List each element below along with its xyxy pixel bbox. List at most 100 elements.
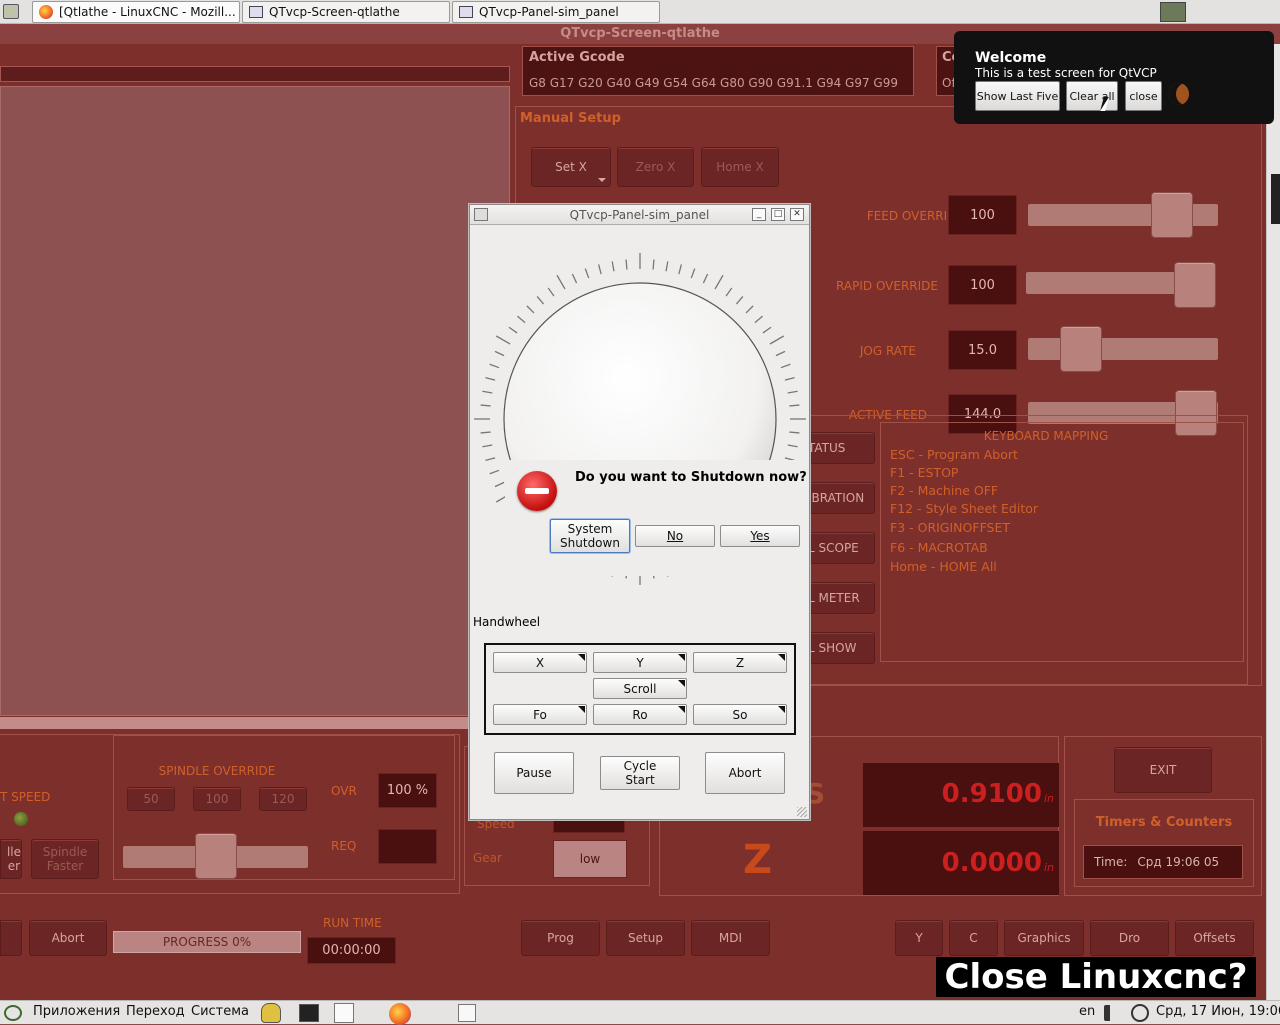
moon-icon: [1169, 83, 1189, 105]
shutdown-question: Do you want to Shutdown now?: [575, 470, 807, 485]
tab-setup[interactable]: Setup: [606, 920, 685, 956]
yes-button[interactable]: Yes: [720, 525, 800, 547]
pause-button[interactable]: Pause: [494, 752, 574, 794]
maximize-icon[interactable]: □: [771, 208, 785, 221]
status-button[interactable]: TATUS: [807, 432, 875, 464]
hal-scope-button[interactable]: L SCOPE: [807, 532, 875, 564]
rapid-override-handle[interactable]: [1174, 262, 1216, 308]
dial-tick: [690, 268, 696, 279]
no-label: No: [666, 529, 684, 543]
manual-setup-title: Manual Setup: [520, 111, 621, 126]
fo-button[interactable]: Fo: [493, 704, 587, 725]
system-menu[interactable]: Система: [191, 1004, 249, 1019]
system-shutdown-button[interactable]: System Shutdown: [550, 519, 630, 553]
abort-dialog-button[interactable]: Abort: [705, 752, 785, 794]
spindle-faster-button[interactable]: Spindle Faster: [31, 839, 99, 879]
feed-override-value: 100: [948, 195, 1017, 235]
tab-mdi[interactable]: MDI: [691, 920, 770, 956]
gear-label: Gear: [473, 851, 502, 865]
top-taskbar: [Qtlathe - LinuxCNC - Mozill... QTvcp-Sc…: [0, 0, 1280, 24]
places-menu[interactable]: Переход: [126, 1004, 185, 1019]
taskbar-tab-firefox[interactable]: [Qtlathe - LinuxCNC - Mozill...: [32, 1, 240, 23]
apps-menu-icon[interactable]: [4, 1005, 22, 1021]
so-button[interactable]: So: [693, 704, 787, 725]
axis-z-button[interactable]: Z: [693, 652, 787, 673]
feed-override-handle[interactable]: [1151, 192, 1193, 238]
workspace-switcher-icon[interactable]: [1160, 2, 1186, 22]
dialog-menu-icon[interactable]: [474, 208, 488, 221]
axis-y-button[interactable]: Y: [593, 652, 687, 673]
dial-tick: [485, 457, 496, 462]
close-notification-button[interactable]: close: [1125, 81, 1162, 111]
spindle-override-handle[interactable]: [195, 833, 237, 879]
tab-dro[interactable]: Dro: [1090, 920, 1169, 956]
progress-strip: [0, 66, 510, 82]
zero-x-button[interactable]: Zero X: [617, 147, 694, 187]
terminal-icon[interactable]: [299, 1004, 319, 1022]
progress-bar: PROGRESS 0%: [113, 931, 301, 953]
scroll-button[interactable]: Scroll: [593, 678, 687, 699]
time-value: Срд 19:06 05: [1137, 855, 1220, 869]
show-last-five-button[interactable]: Show Last Five: [975, 81, 1060, 111]
spindle-speed-label: T SPEED: [0, 790, 51, 804]
close-icon[interactable]: ✕: [790, 208, 804, 221]
ro-button[interactable]: Ro: [593, 704, 687, 725]
clock[interactable]: Срд, 17 Июн, 19:06: [1156, 1004, 1280, 1019]
abort-button[interactable]: Abort: [29, 920, 107, 956]
jog-rate-handle[interactable]: [1060, 326, 1102, 372]
hal-show-button[interactable]: L SHOW: [807, 632, 875, 664]
resize-grip-icon[interactable]: [797, 807, 807, 817]
taskbar-tab-screen[interactable]: QTvcp-Screen-qtlathe: [242, 1, 450, 23]
text-editor-icon[interactable]: [334, 1003, 354, 1023]
tab-c[interactable]: C: [949, 920, 998, 956]
dial-tick: [625, 259, 628, 270]
dial-tick: [597, 264, 602, 275]
axis-x-button[interactable]: X: [493, 652, 587, 673]
keymap-item: F6 - MACROTAB: [890, 540, 988, 555]
timers-display: Time: Срд 19:06 05: [1083, 845, 1243, 879]
window-icon: [459, 6, 473, 18]
hal-meter-button[interactable]: L METER: [807, 582, 875, 614]
show-desktop-button-icon[interactable]: [458, 1004, 476, 1022]
language-indicator[interactable]: en: [1079, 1004, 1095, 1019]
tab-graphics[interactable]: Graphics: [1004, 920, 1084, 956]
dial-tick: [526, 305, 535, 314]
ovr-label: OVR: [331, 784, 357, 798]
dial-tick: [482, 390, 493, 394]
left-edge-button[interactable]: [0, 920, 22, 956]
scroll-label: Scroll: [623, 681, 657, 696]
spindle-preset-120[interactable]: 120: [259, 787, 307, 811]
spindle-preset-50[interactable]: 50: [127, 787, 175, 811]
minimize-icon[interactable]: _: [752, 208, 766, 221]
clear-all-button[interactable]: Clear all: [1066, 81, 1118, 111]
set-x-label: Set X: [555, 160, 587, 174]
tab-prog[interactable]: Prog: [521, 920, 600, 956]
notification-message: This is a test screen for QtVCP: [975, 66, 1157, 80]
cycle-start-button[interactable]: Cycle Start: [600, 756, 680, 790]
dial-tick: [611, 261, 615, 272]
volume-icon[interactable]: [1104, 1005, 1122, 1021]
set-x-button[interactable]: Set X: [531, 147, 611, 187]
penguin-icon[interactable]: [261, 1003, 281, 1023]
show-desktop-icon[interactable]: [3, 4, 19, 19]
dial-tick: [517, 315, 526, 324]
spindle-preset-100[interactable]: 100: [193, 787, 241, 811]
home-x-button[interactable]: Home X: [701, 147, 779, 187]
exit-button[interactable]: EXIT: [1114, 747, 1212, 793]
applications-menu[interactable]: Приложения: [33, 1004, 120, 1019]
tab-offsets[interactable]: Offsets: [1175, 920, 1254, 956]
axis-z-label: Z: [735, 655, 745, 670]
jog-rate-slider[interactable]: [1028, 338, 1218, 360]
network-icon[interactable]: [1131, 1004, 1149, 1022]
dial-tick: [769, 335, 785, 345]
no-button[interactable]: No: [635, 525, 715, 547]
spindle-slower-button[interactable]: lle er: [0, 839, 22, 879]
tab-y[interactable]: Y: [895, 920, 943, 956]
taskbar-tab-panel[interactable]: QTvcp-Panel-sim_panel: [452, 1, 660, 23]
dial-tick: [678, 264, 683, 275]
welcome-notification: Welcome This is a test screen for QtVCP …: [954, 31, 1274, 124]
dial-tick: [480, 431, 491, 434]
graphics-view[interactable]: [0, 86, 510, 716]
firefox-launcher-icon[interactable]: [389, 1003, 411, 1025]
calibration-button[interactable]: IBRATION: [807, 482, 875, 514]
